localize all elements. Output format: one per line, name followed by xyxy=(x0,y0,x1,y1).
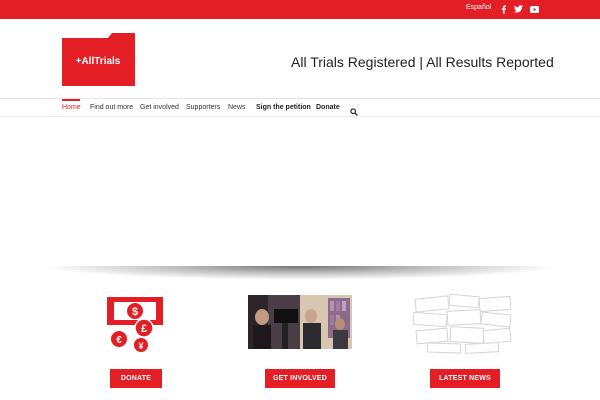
clipping xyxy=(464,342,500,354)
clipping xyxy=(478,295,512,313)
facebook-icon[interactable] xyxy=(497,3,509,15)
clipping xyxy=(414,295,450,313)
clipping xyxy=(448,293,480,309)
nav-item-donate[interactable]: Donate xyxy=(316,104,340,111)
nav-item-sign-the-petition[interactable]: Sign the petition xyxy=(256,104,311,111)
search-icon[interactable] xyxy=(350,103,358,116)
clipping xyxy=(480,311,512,328)
nav-active-indicator xyxy=(62,99,80,101)
site-header: +AllTrials All Trials Registered | All R… xyxy=(0,19,600,99)
donate-button[interactable]: DONATE xyxy=(110,369,162,388)
nav-item-supporters[interactable]: Supporters xyxy=(186,104,220,111)
clipping xyxy=(446,309,482,326)
get-involved-button[interactable]: GET INVOLVED xyxy=(265,369,335,388)
svg-text:$: $ xyxy=(132,306,138,318)
nav-item-news[interactable]: News xyxy=(228,104,246,111)
svg-text:£: £ xyxy=(141,323,147,335)
slider-shadow xyxy=(40,266,560,280)
clipping xyxy=(449,326,485,344)
youtube-icon[interactable] xyxy=(528,3,540,15)
top-bar: Español xyxy=(0,0,600,19)
nav-item-home[interactable]: Home xyxy=(62,104,81,111)
language-link[interactable]: Español xyxy=(466,4,491,11)
main-nav: Home Find out more Get involved Supporte… xyxy=(0,99,600,117)
svg-text:¥: ¥ xyxy=(138,341,143,351)
hero-slider xyxy=(0,118,600,268)
latest-news-button[interactable]: LATEST NEWS xyxy=(430,369,500,388)
nav-item-get-involved[interactable]: Get involved xyxy=(140,104,179,111)
twitter-icon[interactable] xyxy=(512,3,524,15)
news-clippings-image[interactable] xyxy=(412,293,513,355)
clipping xyxy=(412,311,448,328)
clipping xyxy=(426,342,462,354)
site-tagline: All Trials Registered | All Results Repo… xyxy=(291,54,554,70)
nav-item-find-out-more[interactable]: Find out more xyxy=(90,104,133,111)
logo-text: +AllTrials xyxy=(76,56,121,67)
alltrials-logo[interactable]: +AllTrials xyxy=(62,33,135,86)
svg-text:€: € xyxy=(116,335,122,346)
money-currency-icon[interactable]: $ € £ ¥ xyxy=(105,295,165,353)
interview-photo[interactable] xyxy=(248,295,352,349)
